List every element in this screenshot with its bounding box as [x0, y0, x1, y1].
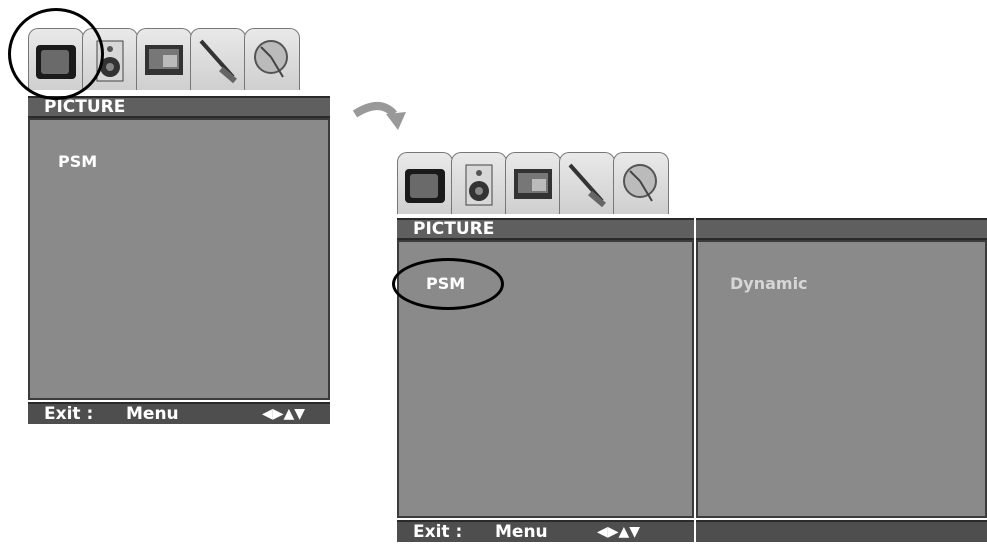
submenu-footer	[696, 520, 987, 542]
right-menu-title: PICTURE	[397, 218, 694, 240]
screen-icon	[514, 169, 552, 199]
tv-icon	[405, 169, 445, 203]
tab-screen[interactable]	[136, 28, 192, 90]
tab-channel[interactable]	[244, 28, 300, 90]
highlight-circle	[8, 8, 104, 100]
left-menu-title: PICTURE	[28, 96, 330, 118]
antenna-icon	[199, 39, 237, 84]
footer-exit-label: Exit :	[44, 404, 94, 424]
tab-screen[interactable]	[505, 152, 561, 214]
footer-exit-label: Exit :	[413, 522, 463, 542]
tab-setup[interactable]	[190, 28, 246, 90]
speaker-icon	[465, 164, 493, 206]
footer-menu-key: Menu	[495, 522, 548, 542]
psm-highlight-oval	[392, 258, 504, 310]
left-menu-item-psm[interactable]: PSM	[58, 152, 97, 171]
tab-setup[interactable]	[559, 152, 615, 214]
left-menu-footer: Exit : Menu ◀▶▲▼	[28, 402, 330, 424]
footer-menu-key: Menu	[126, 404, 179, 424]
dish-icon	[254, 40, 288, 78]
psm-value-dynamic[interactable]: Dynamic	[730, 274, 808, 293]
curved-arrow-icon	[352, 102, 406, 130]
right-menu-footer: Exit : Menu ◀▶▲▼	[397, 520, 694, 542]
footer-arrows-icon: ◀▶▲▼	[597, 524, 641, 540]
right-menu-tabs	[397, 152, 669, 214]
antenna-icon	[568, 163, 606, 208]
footer-arrows-icon: ◀▶▲▼	[262, 406, 306, 422]
tab-channel[interactable]	[613, 152, 669, 214]
submenu-title-bar	[696, 218, 987, 240]
screen-icon	[145, 45, 183, 75]
tab-picture[interactable]	[397, 152, 453, 214]
tab-sound[interactable]	[451, 152, 507, 214]
dish-icon	[623, 164, 657, 202]
